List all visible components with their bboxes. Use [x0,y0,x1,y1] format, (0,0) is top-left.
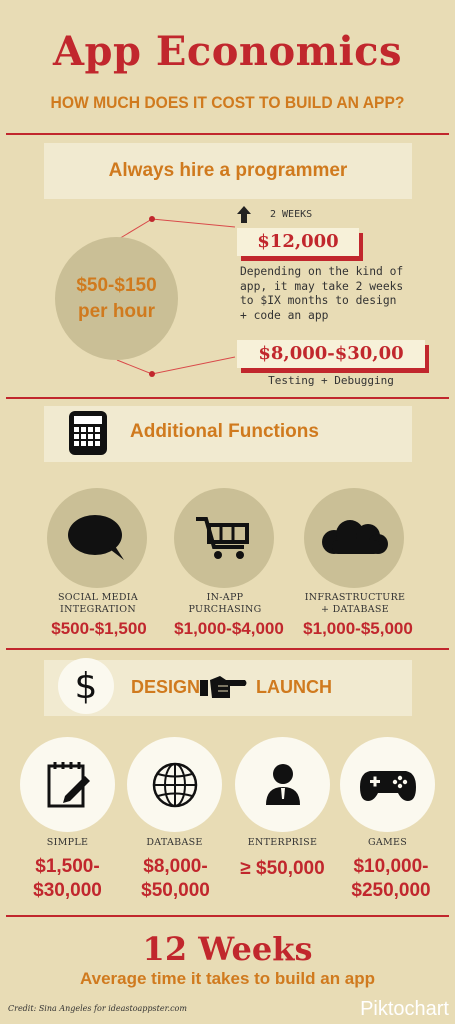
shopping-cart-icon [196,517,249,559]
description-line: Depending on the kind of [240,265,404,278]
design-item-label: SIMPLE [46,837,89,848]
price-top: $12,000 [237,228,359,256]
design-item-price: ≥ $50,000 [230,857,335,881]
design-item-label: GAMES [367,837,408,848]
price-bottom: $8,000-$30,00 [237,340,425,368]
hourly-rate-circle: $50-$150 per hour [55,237,178,360]
cloud-icon [322,520,388,554]
function-label: SOCIAL MEDIA INTEGRATION [42,592,154,616]
design-item-price: $10,000- $250,000 [335,855,447,903]
function-price: $1,000-$5,000 [303,619,413,638]
function-label-line: + DATABASE [321,604,389,615]
design-item-price: $1,500- $30,000 [15,855,120,903]
function-label: INFRASTRUCTURE + DATABASE [299,592,411,616]
function-label-line: INFRASTRUCTURE [304,592,406,603]
gamepad-icon [359,770,416,801]
enterprise-circle [235,737,330,832]
function-label-line: INTEGRATION [60,604,136,615]
duration-label: 2 WEEKS [270,209,313,220]
divider [6,397,449,399]
price-line: $50,000 [141,880,210,901]
social-media-circle [47,488,147,588]
rate-amount: $50-$150 [76,274,157,296]
price-line: $8,000- [143,856,208,877]
description-line: app, it may take 2 weeks [240,279,404,293]
price-line: ≥ $50,000 [240,858,325,879]
function-price: $1,000-$4,000 [174,619,284,638]
price-line: $10,000- [353,856,429,877]
functions-heading: Additional Functions [130,421,319,442]
up-arrow-icon [237,206,251,223]
piktochart-logo: Piktochart [360,998,449,1020]
function-label-line: SOCIAL MEDIA [58,592,138,603]
design-item-label: DATABASE [146,837,203,848]
programmer-heading: Always hire a programmer [108,160,348,181]
price-line: $1,500- [35,856,100,877]
price-line: $30,000 [33,880,102,901]
function-price: $500-$1,500 [51,619,147,638]
rate-unit: per hour [77,300,156,322]
launch-label: LAUNCH [256,677,332,697]
pointing-hand-icon [200,676,247,698]
credit-text: Credit: Sina Angeles for ideastoappster.… [8,1004,187,1013]
average-caption: Average time it takes to build an app [79,969,376,988]
games-circle [340,737,435,832]
description-line: to $IX months to design [240,294,397,307]
programmer-banner: Always hire a programmer [44,143,412,199]
testing-caption: Testing + Debugging [268,374,394,387]
simple-circle [20,737,115,832]
speech-bubble-icon [68,515,124,560]
design-item-price: $8,000- $50,000 [122,855,229,903]
price-line: $250,000 [351,880,431,901]
description: Depending on the kind of app, it may tak… [240,265,403,323]
calculator-icon [69,411,107,455]
infrastructure-circle [304,488,404,588]
divider [6,133,449,135]
dollar-icon: $ [58,658,114,714]
person-icon [265,763,300,805]
design-item-label: ENTERPRISE [247,837,318,848]
in-app-circle [174,488,274,588]
description-line: + code an app [240,308,329,322]
page-subtitle: HOW MUCH DOES IT COST TO BUILD AN APP? [50,93,405,112]
divider [6,648,449,650]
globe-icon [152,762,197,807]
design-label: DESIGN [131,677,201,697]
function-label-line: IN-APP [206,592,244,603]
notepad-icon [47,761,90,807]
database-circle [127,737,222,832]
function-label-line: PURCHASING [188,604,262,615]
divider [6,915,449,917]
function-label: IN-APP PURCHASING [169,592,281,616]
weeks-heading: 12 Weeks [142,930,313,968]
page-title: App Economics [52,28,403,75]
